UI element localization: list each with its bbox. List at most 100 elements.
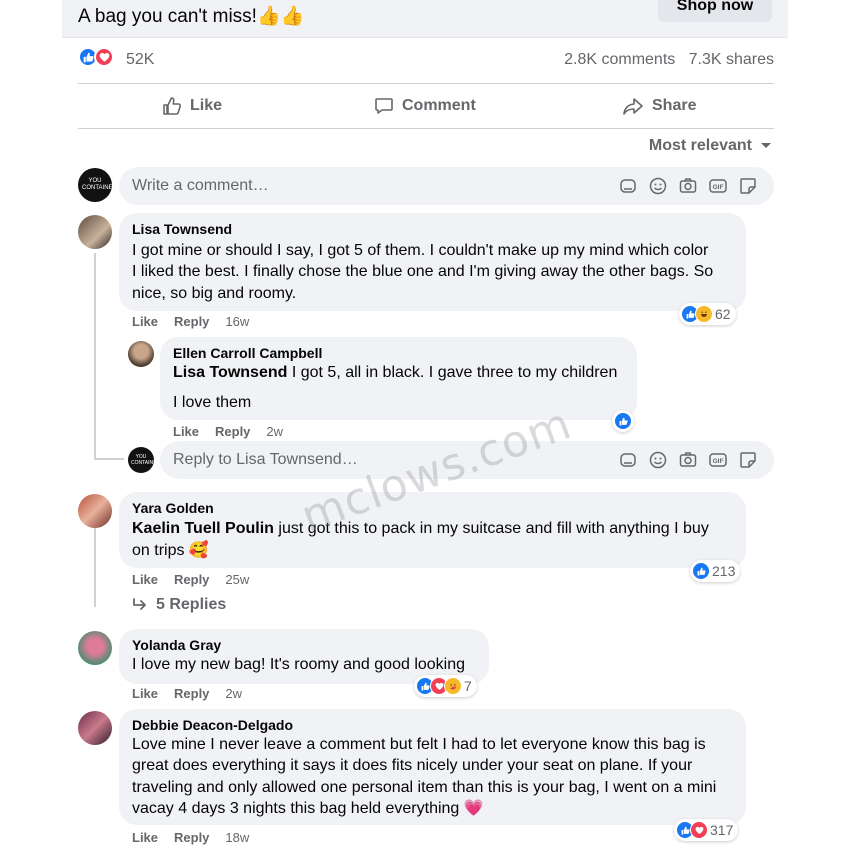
comment-tools: GIF bbox=[618, 176, 758, 196]
emoji-icon[interactable] bbox=[648, 450, 668, 470]
comment-timestamp[interactable]: 18w bbox=[225, 830, 249, 845]
comment-text-line: nice, so big and roomy. bbox=[132, 285, 297, 302]
commenter-avatar[interactable] bbox=[78, 215, 112, 249]
comment-mention[interactable]: Kaelin Tuell Poulin bbox=[132, 520, 274, 537]
reply-bubble: Ellen Carroll Campbell Lisa Townsend I g… bbox=[160, 337, 637, 420]
reply-author[interactable]: Ellen Carroll Campbell bbox=[173, 345, 322, 361]
post-header-bar: A bag you can't miss!👍👍 Shop now bbox=[62, 0, 788, 38]
like-label: Like bbox=[190, 97, 223, 114]
avatar-sticker-icon[interactable] bbox=[618, 450, 638, 470]
sort-comments-dropdown[interactable]: Most relevant bbox=[649, 137, 772, 155]
current-user-avatar[interactable]: YOU CONTAINED bbox=[78, 168, 112, 202]
post-action-bar: Like Comment Share bbox=[78, 83, 774, 129]
comment-reaction-count[interactable]: 213 bbox=[690, 560, 741, 582]
comment-icon bbox=[375, 98, 393, 114]
sticker-icon[interactable] bbox=[738, 176, 758, 196]
reply-arrow-icon bbox=[133, 598, 146, 610]
reply-input-placeholder: Reply to Lisa Townsend… bbox=[173, 451, 358, 468]
comment-button[interactable]: Comment bbox=[374, 84, 476, 128]
reply-timestamp[interactable]: 2w bbox=[266, 424, 283, 439]
camera-icon[interactable] bbox=[678, 450, 698, 470]
reply-text-line: Lisa Townsend I got 5, all in black. I g… bbox=[173, 362, 617, 384]
emoji-icon[interactable] bbox=[648, 176, 668, 196]
comment-reply-link[interactable]: Reply bbox=[174, 830, 209, 845]
shares-count[interactable]: 7.3K shares bbox=[689, 51, 774, 68]
commenter-avatar[interactable] bbox=[78, 494, 112, 528]
share-label: Share bbox=[652, 97, 697, 114]
reply-tools: GIF bbox=[618, 450, 758, 470]
gif-icon[interactable]: GIF bbox=[708, 450, 728, 470]
comment-timestamp[interactable]: 16w bbox=[225, 314, 249, 329]
reply-text: I got 5, all in black. I gave three to m… bbox=[287, 364, 618, 381]
avatar-sticker-icon[interactable] bbox=[618, 176, 638, 196]
comment-like-link[interactable]: Like bbox=[132, 830, 158, 845]
view-replies-button[interactable]: 5 Replies bbox=[132, 596, 226, 614]
comments-count[interactable]: 2.8K comments bbox=[564, 51, 675, 68]
write-comment-input[interactable]: Write a comment… GIF bbox=[119, 167, 774, 205]
like-button[interactable]: Like bbox=[162, 84, 222, 128]
comments-shares-count[interactable]: 2.8K comments 7.3K shares bbox=[564, 51, 774, 69]
sticker-icon[interactable] bbox=[738, 450, 758, 470]
reply-author-avatar[interactable] bbox=[128, 341, 154, 367]
comment-reply-link[interactable]: Reply bbox=[174, 314, 209, 329]
thread-connector bbox=[94, 458, 124, 460]
shop-now-button[interactable]: Shop now bbox=[658, 0, 772, 22]
comment-text-line: I love my new bag! It's roomy and good l… bbox=[132, 656, 466, 673]
thread-line-2 bbox=[94, 527, 96, 607]
comment-meta: Like Reply 25w bbox=[132, 572, 249, 587]
comment-meta: Like Reply 16w bbox=[132, 314, 249, 329]
reaction-count[interactable]: 52K bbox=[126, 51, 154, 69]
comment-text-line: on trips 🥰 bbox=[132, 542, 209, 559]
comment-timestamp[interactable]: 2w bbox=[225, 686, 242, 701]
commenter-avatar[interactable] bbox=[78, 631, 112, 665]
comment-text-line: I liked the best. I finally chose the bl… bbox=[132, 263, 714, 280]
like-reaction-icon bbox=[614, 412, 632, 430]
post-card: A bag you can't miss!👍👍 Shop now 52K 2.8… bbox=[62, 0, 788, 850]
love-reaction-icon bbox=[690, 821, 708, 839]
camera-icon[interactable] bbox=[678, 176, 698, 196]
like-reaction-icon bbox=[692, 562, 710, 580]
comment-bubble: Lisa Townsend I got mine or should I say… bbox=[119, 213, 746, 311]
love-reaction-icon bbox=[94, 47, 114, 67]
comment-like-link[interactable]: Like bbox=[132, 686, 158, 701]
comment-bubble: Yara Golden Kaelin Tuell Poulin just got… bbox=[119, 492, 746, 568]
post-headline: A bag you can't miss!👍👍 bbox=[78, 6, 305, 27]
share-icon bbox=[623, 98, 643, 115]
share-button[interactable]: Share bbox=[622, 84, 696, 128]
comment-author[interactable]: Lisa Townsend bbox=[132, 221, 232, 237]
commenter-avatar[interactable] bbox=[78, 711, 112, 745]
comment-like-link[interactable]: Like bbox=[132, 314, 158, 329]
comment-text-line: great does everything it says it does fi… bbox=[132, 757, 693, 774]
comment-text-line: Kaelin Tuell Poulin just got this to pac… bbox=[132, 518, 709, 540]
reply-reply-link[interactable]: Reply bbox=[215, 424, 250, 439]
svg-text:GIF: GIF bbox=[713, 458, 724, 465]
reply-reaction-badge[interactable] bbox=[612, 410, 634, 432]
view-replies-label: 5 Replies bbox=[156, 596, 227, 613]
comment-author[interactable]: Yara Golden bbox=[132, 500, 214, 516]
current-user-avatar-small[interactable]: YOU CONTAINED bbox=[128, 447, 154, 473]
comment-reply-link[interactable]: Reply bbox=[174, 572, 209, 587]
comment-author[interactable]: Debbie Deacon-Delgado bbox=[132, 717, 293, 733]
comment-text-line: Love mine I never leave a comment but fe… bbox=[132, 736, 706, 753]
comment-text-line: vacay 4 days 3 nights this bag held ever… bbox=[132, 800, 484, 817]
comment-reaction-count[interactable]: 317 bbox=[674, 819, 739, 841]
svg-text:GIF: GIF bbox=[713, 184, 724, 191]
reply-mention[interactable]: Lisa Townsend bbox=[173, 364, 287, 381]
reaction-count-value: 317 bbox=[710, 822, 734, 838]
comment-like-link[interactable]: Like bbox=[132, 572, 158, 587]
post-stats: 52K 2.8K comments 7.3K shares bbox=[78, 47, 774, 73]
comment-reaction-count[interactable]: 62 bbox=[679, 303, 736, 325]
comment-reaction-count[interactable]: 7 bbox=[414, 675, 477, 697]
reply-meta: Like Reply 2w bbox=[173, 424, 283, 439]
comment-timestamp[interactable]: 25w bbox=[225, 572, 249, 587]
reply-text-line: I love them bbox=[173, 394, 252, 411]
reply-like-link[interactable]: Like bbox=[173, 424, 199, 439]
comment-author[interactable]: Yolanda Gray bbox=[132, 637, 221, 653]
caret-down-icon bbox=[761, 143, 771, 148]
gif-icon[interactable]: GIF bbox=[708, 176, 728, 196]
write-comment-placeholder: Write a comment… bbox=[132, 177, 269, 194]
comment-reply-link[interactable]: Reply bbox=[174, 686, 209, 701]
thread-line bbox=[94, 253, 96, 458]
comment-text-line: I got mine or should I say, I got 5 of t… bbox=[132, 242, 709, 259]
reaction-count-value: 7 bbox=[464, 678, 472, 694]
